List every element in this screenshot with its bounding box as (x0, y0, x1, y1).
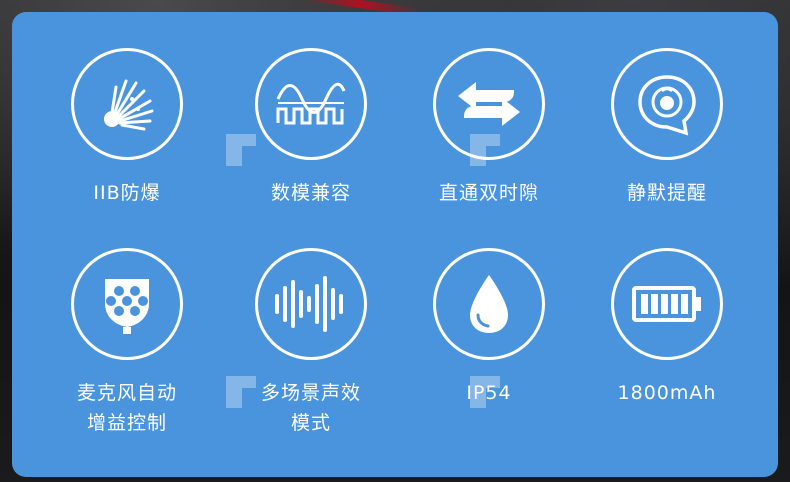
feature-digital-analog: 数模兼容 (226, 48, 396, 208)
feature-label: 静默提醒 (626, 182, 707, 204)
battery-full-icon (632, 286, 701, 322)
feature-label: IP54 (466, 382, 512, 404)
feature-mic-agc: 麦克风自动 增益控制 (42, 248, 212, 438)
sound-wave-bars-icon (275, 276, 343, 332)
feature-icon-circle (71, 248, 183, 360)
feature-scene-sound-modes: 多场景声效 模式 (226, 248, 396, 438)
feature-icon-circle (433, 248, 545, 360)
feature-direct-dual-slot: 直通双时隙 (404, 48, 574, 208)
silent-alert-speech-bubble-icon (638, 75, 696, 136)
feature-label: IIB防爆 (93, 182, 161, 204)
feature-ip54: IP54 (404, 248, 574, 408)
feature-icon-circle (611, 48, 723, 160)
feature-label: 1800mAh (617, 382, 717, 404)
feature-label: 麦克风自动 增益控制 (76, 382, 177, 434)
feature-explosion-proof: IIB防爆 (42, 48, 212, 208)
feature-label: 直通双时隙 (438, 182, 539, 204)
feature-icon-circle (433, 48, 545, 160)
feature-icon-circle (71, 48, 183, 160)
feature-label: 多场景声效 模式 (260, 382, 361, 434)
feature-icon-circle (255, 248, 367, 360)
explosion-proof-icon (104, 79, 154, 131)
microphone-grille-icon (105, 279, 149, 334)
digital-analog-wave-icon (276, 82, 346, 125)
water-drop-icon (470, 275, 508, 333)
feature-icon-circle (255, 48, 367, 160)
features-panel: IIB防爆 数模兼容 直通双时隙 静默提醒 麦克风自动 增益控制 多场景声效 模… (12, 12, 778, 477)
direct-dual-slot-arrows-icon (458, 82, 520, 126)
feature-label: 数模兼容 (270, 182, 351, 204)
feature-icon-circle (611, 248, 723, 360)
feature-silent-alert: 静默提醒 (582, 48, 752, 208)
feature-battery: 1800mAh (582, 248, 752, 408)
